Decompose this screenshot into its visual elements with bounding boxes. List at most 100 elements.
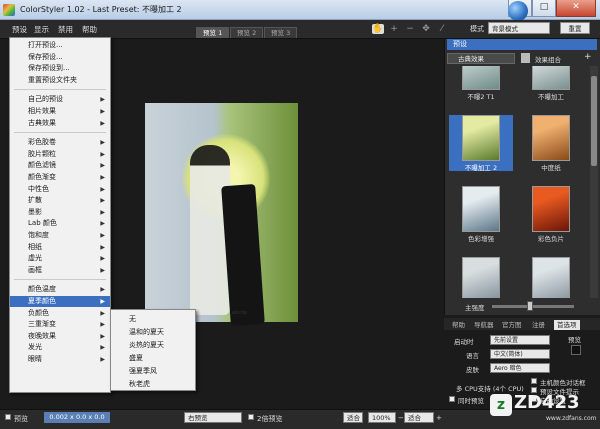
- submenu-item[interactable]: 盛夏: [111, 352, 195, 364]
- menu-item-label: 古典效果: [28, 118, 56, 127]
- menu-disable[interactable]: 禁用: [58, 24, 73, 35]
- add-preset-button[interactable]: +: [584, 52, 592, 62]
- tab-preview-2[interactable]: 预览 2: [230, 27, 264, 38]
- minus-icon[interactable]: −: [404, 24, 416, 34]
- mode-select[interactable]: 背景模式: [488, 22, 550, 34]
- menu-item[interactable]: 相片效果 ▶: [10, 106, 110, 117]
- menu-item-label: 中性色: [28, 184, 49, 193]
- pan-icon[interactable]: ✥: [420, 24, 432, 34]
- tab-preview-1[interactable]: 预览 1: [196, 27, 230, 38]
- menu-item[interactable]: 彩色胶卷 ▶: [10, 137, 110, 148]
- zoom-select[interactable]: 100%: [368, 412, 396, 423]
- menu-item[interactable]: 饱和度 ▶: [10, 230, 110, 241]
- menu-item[interactable]: 自己的预设 ▶: [10, 94, 110, 105]
- tab-official[interactable]: 官方图: [502, 320, 522, 330]
- intensity-slider[interactable]: [492, 305, 574, 308]
- menu-help[interactable]: 帮助: [82, 24, 97, 35]
- menu-item[interactable]: 相纸 ▶: [10, 242, 110, 253]
- menu-item[interactable]: 画框 ▶: [10, 265, 110, 276]
- menu-presets[interactable]: 预设: [12, 24, 27, 35]
- tab-navigator[interactable]: 导航器: [474, 320, 494, 330]
- window-title: ColorStyler 1.02 - Last Preset: 不曝加工 2: [20, 5, 182, 14]
- submenu-item[interactable]: 强夏季风: [111, 365, 195, 377]
- submenu-item[interactable]: 炎热的夏天: [111, 339, 195, 351]
- menu-item[interactable]: Lab 颜色 ▶: [10, 218, 110, 229]
- host-color-checkbox[interactable]: [531, 378, 537, 384]
- menu-item[interactable]: 打开预设...: [10, 40, 110, 51]
- scrollbar-thumb[interactable]: [591, 76, 597, 166]
- reset-button[interactable]: 重置: [560, 22, 590, 34]
- split-preview-checkbox[interactable]: [248, 414, 254, 420]
- submenu-item[interactable]: 温和的夏天: [111, 326, 195, 338]
- menu-view[interactable]: 显示: [34, 24, 49, 35]
- intensity-slider-knob[interactable]: [527, 301, 533, 311]
- menu-item[interactable]: 发光 ▶: [10, 342, 110, 353]
- maximize-button[interactable]: □: [532, 0, 556, 17]
- submenu-arrow-icon: ▶: [100, 266, 105, 274]
- language-select[interactable]: 中文(简体): [490, 349, 550, 359]
- preset-thumbnail[interactable]: 不曝2 T1: [449, 66, 513, 101]
- menu-item[interactable]: 保存预设到...: [10, 63, 110, 74]
- app-logo-icon: [3, 4, 15, 16]
- tab-help[interactable]: 帮助: [452, 320, 465, 330]
- preset-thumbnail[interactable]: 不曝加工 2: [449, 115, 513, 172]
- menu-item[interactable]: 颜色渐变 ▶: [10, 172, 110, 183]
- menu-item[interactable]: 颜色温度 ▶: [10, 284, 110, 295]
- menu-item[interactable]: 胶片颗粒 ▶: [10, 149, 110, 160]
- preset-category-select[interactable]: 古典效果: [447, 53, 515, 64]
- zoom-in-icon[interactable]: +: [436, 414, 442, 422]
- menu-item[interactable]: 夏季颜色 ▶: [10, 296, 110, 307]
- preset-thumbnail[interactable]: 不曝加工: [519, 66, 583, 101]
- submenu-arrow-icon: ▶: [100, 162, 105, 170]
- hand-icon[interactable]: ✋: [372, 24, 384, 34]
- menu-item-label: 夏季颜色: [28, 297, 56, 305]
- thumbnail-image: [532, 257, 570, 298]
- preset-thumbnail[interactable]: 彩色负片: [519, 186, 583, 243]
- fx-swatch-icon[interactable]: [521, 53, 530, 63]
- preset-thumbnail[interactable]: 色彩增强: [449, 186, 513, 243]
- preset-thumbnail[interactable]: [519, 257, 583, 298]
- fit-select[interactable]: 适合: [404, 412, 434, 423]
- menu-item[interactable]: 墨影 ▶: [10, 207, 110, 218]
- submenu-item[interactable]: 无: [111, 313, 195, 325]
- menu-item[interactable]: 夜晚效果 ▶: [10, 331, 110, 342]
- menu-item-label: Lab 颜色: [28, 219, 57, 228]
- menu-item[interactable]: 重置预设文件夹: [10, 75, 110, 86]
- menu-item[interactable]: 保存预设...: [10, 52, 110, 63]
- tab-preview-3[interactable]: 预览 3: [264, 27, 298, 38]
- tab-preferences[interactable]: 首选项: [554, 320, 580, 330]
- fit-button[interactable]: 适合: [343, 412, 363, 423]
- menu-item-label: 饱和度: [28, 231, 49, 239]
- menu-item[interactable]: 颜色滤镜 ▶: [10, 160, 110, 171]
- submenu-arrow-icon: ▶: [100, 220, 105, 228]
- startup-select[interactable]: 先前设置: [490, 335, 550, 345]
- menu-item-label: 夜晚效果: [28, 331, 56, 340]
- preset-thumbnail[interactable]: [449, 257, 513, 298]
- skin-select[interactable]: Aero 暗色: [490, 363, 550, 373]
- submenu-arrow-icon: ▶: [100, 96, 105, 104]
- submenu-item[interactable]: 秋老虎: [111, 378, 195, 390]
- sync-preview-checkbox[interactable]: [449, 396, 455, 402]
- preset-thumbnail[interactable]: 中度纸: [519, 115, 583, 172]
- menu-item-label: 颜色渐变: [28, 173, 56, 181]
- menu-item[interactable]: 扩散 ▶: [10, 195, 110, 206]
- menu-item[interactable]: 负颜色 ▶: [10, 308, 110, 319]
- thumbnail-scrollbar[interactable]: [590, 66, 598, 298]
- preview-toggle-checkbox[interactable]: [5, 414, 11, 420]
- menu-item-label: 颜色滤镜: [28, 161, 56, 170]
- split-preview-label: 2倍预览: [257, 415, 283, 423]
- menu-item[interactable]: 虚光 ▶: [10, 253, 110, 264]
- close-button[interactable]: ✕: [556, 0, 596, 17]
- plus-icon[interactable]: +: [388, 24, 400, 34]
- menu-item[interactable]: 古典效果 ▶: [10, 118, 110, 129]
- compare-mode-select[interactable]: 右预览: [184, 412, 242, 423]
- eyedropper-icon[interactable]: ⁄: [436, 24, 448, 34]
- menu-item-label: 相片效果: [28, 107, 56, 115]
- menu-item[interactable]: 三重渐变 ▶: [10, 319, 110, 330]
- menu-item[interactable]: 眼睛 ▶: [10, 354, 110, 365]
- zoom-out-icon[interactable]: −: [398, 414, 404, 422]
- menu-item[interactable]: 中性色 ▶: [10, 184, 110, 195]
- globe-icon[interactable]: [508, 1, 528, 21]
- preview-checkbox[interactable]: [571, 345, 581, 355]
- tab-register[interactable]: 注册: [532, 320, 545, 330]
